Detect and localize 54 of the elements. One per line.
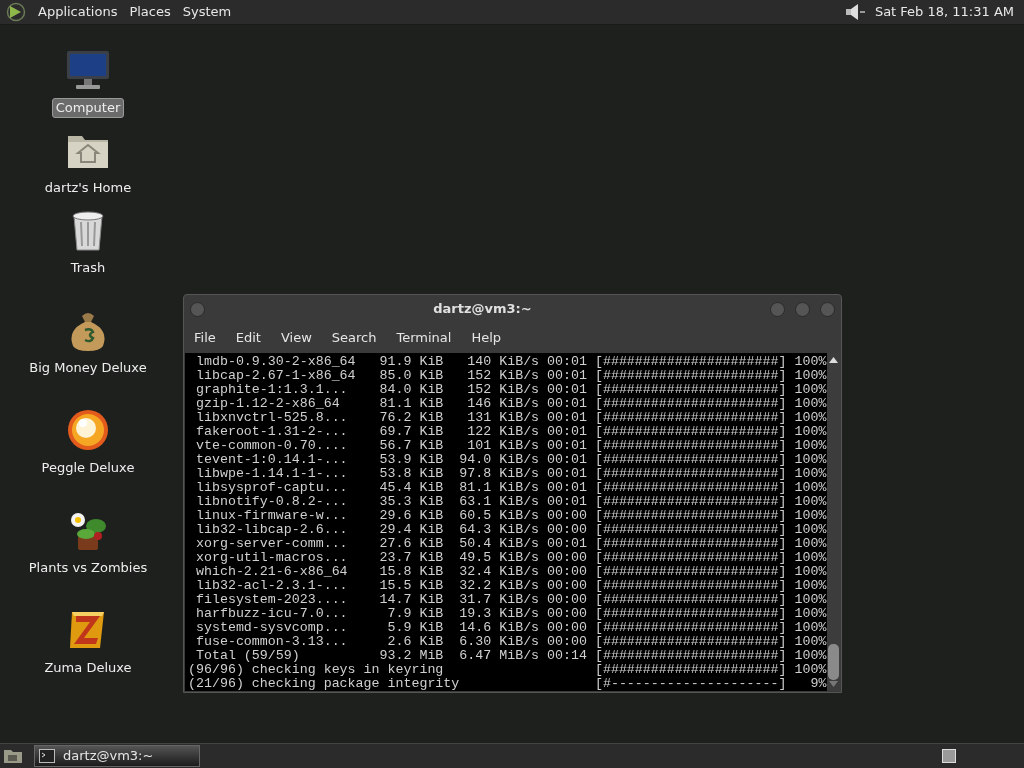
terminal-line: xorg-server-comm... 27.6 KiB 50.4 KiB/s 00:01 [######################] 100% bbox=[194, 537, 827, 551]
terminal-icon bbox=[39, 749, 55, 763]
desktop-icon-label[interactable]: Big Money Deluxe bbox=[25, 358, 151, 378]
terminal-line: fakeroot-1.31-2-... 69.7 KiB 122 KiB/s 00:01 [######################] 100% bbox=[194, 425, 827, 439]
menu-item[interactable]: Places bbox=[123, 2, 177, 22]
desktop-icon-label[interactable]: Computer bbox=[51, 98, 125, 118]
close-button[interactable] bbox=[820, 301, 835, 317]
window-menu-button[interactable] bbox=[190, 301, 205, 317]
terminal-line: gzip-1.12-2-x86_64 81.1 KiB 146 KiB/s 00:01 [######################] 100% bbox=[194, 397, 827, 411]
terminal-line: harfbuzz-icu-7.0... 7.9 KiB 19.3 KiB/s 00:00 [######################] 100% bbox=[194, 607, 827, 621]
terminal-line: filesystem-2023.... 14.7 KiB 31.7 KiB/s 00:00 [######################] 100% bbox=[194, 593, 827, 607]
menu-item[interactable]: Help bbox=[465, 328, 508, 348]
terminal-line: graphite-1:1.3.1... 84.0 KiB 152 KiB/s 00:01 [######################] 100% bbox=[194, 383, 827, 397]
desktop-icon-label[interactable]: Plants vs Zombies bbox=[24, 558, 152, 578]
scrollbar[interactable] bbox=[827, 353, 840, 691]
menu-item[interactable]: View bbox=[274, 328, 318, 348]
window-title: dartz@vm3:~ bbox=[432, 300, 533, 319]
taskbar-button[interactable]: dartz@vm3:~ bbox=[34, 745, 200, 767]
terminal-line: libnotify-0.8.2-... 35.3 KiB 63.1 KiB/s 00:01 [######################] 100% bbox=[194, 495, 827, 509]
terminal-line: (21/96) checking package integrity [#---------------------] 9% bbox=[188, 677, 827, 691]
terminal-line: xorg-util-macros... 23.7 KiB 49.5 KiB/s 00:00 [######################] 100% bbox=[194, 551, 827, 565]
scroll-up-icon[interactable] bbox=[829, 356, 838, 364]
terminal-line: fuse-common-3.13... 2.6 KiB 6.30 KiB/s 00:00 [######################] 100% bbox=[194, 635, 827, 649]
clock[interactable]: Sat Feb 18, 11:31 AM bbox=[874, 2, 1018, 22]
terminal-line: libsysprof-captu... 45.4 KiB 81.1 KiB/s 00:01 [######################] 100% bbox=[194, 481, 827, 495]
terminal-line: libxnvctrl-525.8... 76.2 KiB 131 KiB/s 00:01 [######################] 100% bbox=[194, 411, 827, 425]
terminal-line: lmdb-0.9.30-2-x86_64 91.9 KiB 140 KiB/s 00:01 [######################] 100% bbox=[194, 355, 827, 369]
terminal-line: Total (59/59) 93.2 MiB 6.47 MiB/s 00:14 [######################] 100% bbox=[194, 649, 827, 663]
menu-item[interactable]: Search bbox=[325, 328, 383, 348]
terminal-line: tevent-1:0.14.1-... 53.9 KiB 94.0 KiB/s 00:01 [######################] 100% bbox=[194, 453, 827, 467]
terminal-line: linux-firmware-w... 29.6 KiB 60.5 KiB/s 00:00 [######################] 100% bbox=[194, 509, 827, 523]
terminal-line: libwpe-1.14.1-1-... 53.8 KiB 97.8 KiB/s 00:01 [######################] 100% bbox=[194, 467, 827, 481]
minimize-button[interactable] bbox=[770, 301, 785, 317]
menu-item[interactable]: Terminal bbox=[390, 328, 458, 348]
menu-item[interactable]: Applications bbox=[32, 2, 124, 22]
desktop-icon-label[interactable]: Peggle Deluxe bbox=[37, 458, 139, 478]
terminal-line: lib32-libcap-2.6... 29.4 KiB 64.3 KiB/s 00:00 [######################] 100% bbox=[194, 523, 827, 537]
menu-item[interactable]: File bbox=[188, 328, 222, 348]
scroll-thumb[interactable] bbox=[828, 644, 839, 680]
menu-item[interactable]: Edit bbox=[229, 328, 267, 348]
desktop-icon-label[interactable]: dartz's Home bbox=[40, 178, 136, 198]
logo-icon[interactable] bbox=[6, 2, 26, 22]
maximize-button[interactable] bbox=[795, 301, 810, 317]
terminal-line: systemd-sysvcomp... 5.9 KiB 14.6 KiB/s 00:00 [######################] 100% bbox=[194, 621, 827, 635]
show-desktop-icon[interactable] bbox=[2, 747, 24, 765]
desktop-icon-label[interactable]: Trash bbox=[66, 258, 110, 278]
terminal-line: which-2.21-6-x86_64 15.8 KiB 32.4 KiB/s 00:00 [######################] 100% bbox=[194, 565, 827, 579]
terminal-line: vte-common-0.70.... 56.7 KiB 101 KiB/s 00:01 [######################] 100% bbox=[194, 439, 827, 453]
menu-item[interactable]: System bbox=[176, 2, 238, 22]
desktop-icon-label[interactable]: Zuma Deluxe bbox=[40, 658, 136, 678]
terminal-line: libcap-2.67-1-x86_64 85.0 KiB 152 KiB/s 00:01 [######################] 100% bbox=[194, 369, 827, 383]
terminal-line: lib32-acl-2.3.1-... 15.5 KiB 32.2 KiB/s 00:00 [######################] 100% bbox=[194, 579, 827, 593]
workspace-switcher[interactable] bbox=[942, 749, 956, 763]
terminal-line: (96/96) checking keys in keyring [######################] 100% bbox=[188, 663, 827, 677]
